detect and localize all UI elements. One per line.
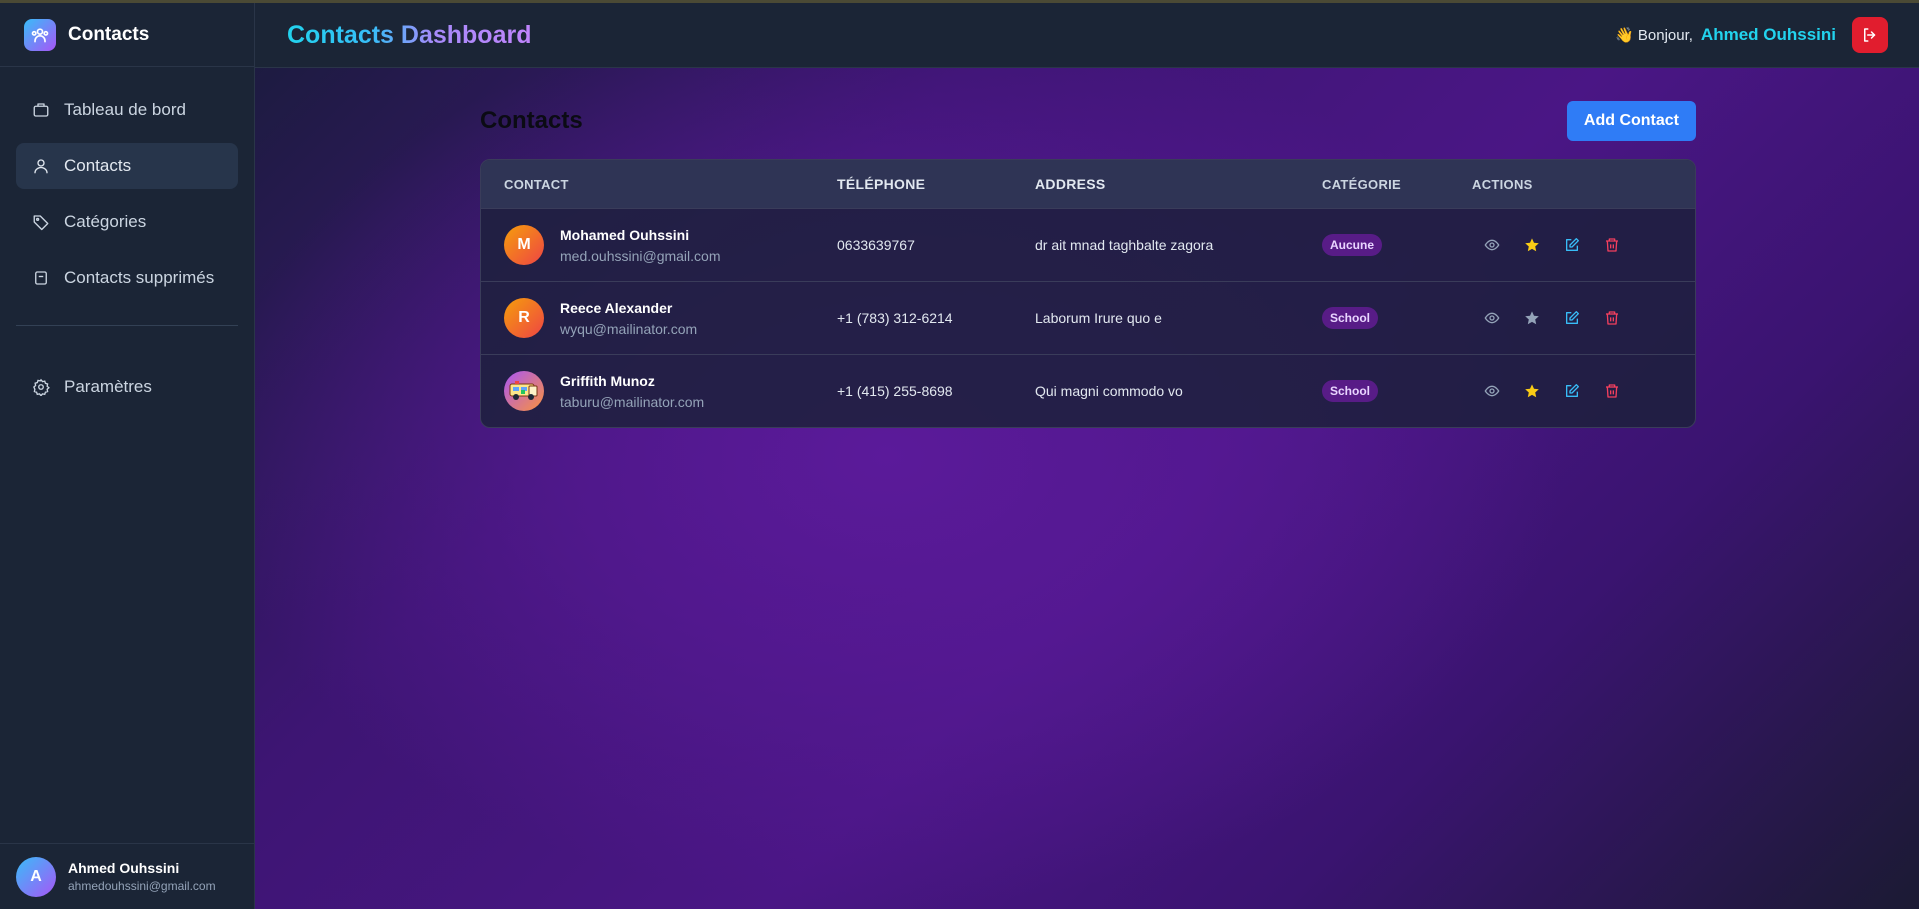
user-icon: [32, 157, 50, 175]
contact-email: wyqu@mailinator.com: [560, 320, 698, 337]
table-row[interactable]: R Reece Alexander wyqu@mailinator.com +1…: [481, 281, 1695, 354]
add-contact-button[interactable]: Add Contact: [1566, 101, 1696, 141]
logout-button[interactable]: [1852, 17, 1888, 53]
top-header: Contacts Dashboard 👋 Bonjour, Ahmed Ouhs…: [255, 3, 1919, 68]
briefcase-icon: [32, 101, 50, 119]
table-header: Contact Téléphone Address Catégorie Acti…: [481, 160, 1695, 208]
edit-icon[interactable]: [1562, 235, 1582, 255]
main-area: Contacts Dashboard 👋 Bonjour, Ahmed Ouhs…: [255, 3, 1919, 909]
avatar: R: [504, 298, 544, 338]
contact-phone: +1 (415) 255-8698: [837, 383, 953, 399]
star-icon[interactable]: [1522, 381, 1542, 401]
column-header-address[interactable]: Address: [1035, 176, 1322, 192]
column-header-actions: Actions: [1472, 176, 1533, 192]
sidebar-item-dashboard[interactable]: Tableau de bord: [16, 87, 238, 133]
category-badge: Aucune: [1322, 234, 1383, 256]
sidebar-nav: Tableau de bord Contacts Catégories Cont…: [0, 67, 254, 410]
gear-icon: [32, 378, 50, 396]
contact-phone: +1 (783) 312-6214: [837, 310, 953, 326]
header-user-name: Ahmed Ouhssini: [1700, 25, 1836, 44]
page-title: Contacts Dashboard: [287, 20, 532, 49]
tag-icon: [32, 213, 50, 231]
sidebar-item-categories[interactable]: Catégories: [16, 199, 238, 245]
logout-icon: [1861, 26, 1879, 44]
contact-phone: 0633639767: [837, 237, 915, 253]
contact-name: Griffith Munoz: [560, 372, 655, 389]
sidebar-item-label: Tableau de bord: [64, 100, 186, 119]
table-row[interactable]: M Mohamed Ouhssini med.ouhssini@gmail.co…: [481, 208, 1695, 281]
contacts-logo-icon: [24, 18, 56, 51]
view-icon[interactable]: [1482, 308, 1502, 328]
contacts-section: Contacts Add Contact Contact Téléphone A…: [480, 101, 1696, 428]
sidebar-item-settings[interactable]: Paramètres: [16, 364, 238, 410]
avatar: A: [16, 856, 56, 897]
contact-address: Laborum Irure quo e: [1035, 310, 1162, 326]
avatar: M: [504, 225, 544, 265]
archive-icon: [32, 269, 50, 287]
star-icon[interactable]: [1522, 235, 1542, 255]
sidebar-item-label: Contacts: [64, 156, 132, 175]
sidebar: Contacts Tableau de bord Contacts Catégo…: [0, 3, 255, 909]
avatar-photo: [504, 371, 544, 411]
delete-icon[interactable]: [1602, 308, 1622, 328]
sidebar-item-label: Contacts supprimés: [64, 268, 215, 287]
column-header-category[interactable]: Catégorie: [1322, 177, 1472, 192]
edit-icon[interactable]: [1562, 308, 1582, 328]
profile-email: ahmedouhssini@gmail.com: [68, 879, 216, 893]
delete-icon[interactable]: [1602, 235, 1622, 255]
sidebar-item-deleted-contacts[interactable]: Contacts supprimés: [16, 255, 238, 301]
window-top-border: [0, 0, 1919, 3]
category-badge: School: [1322, 307, 1379, 329]
sidebar-divider: [16, 325, 238, 326]
sidebar-item-label: Catégories: [64, 212, 147, 231]
category-badge: School: [1322, 380, 1379, 402]
brand-title: Contacts: [68, 23, 150, 45]
contact-email: med.ouhssini@gmail.com: [560, 247, 721, 264]
section-title: Contacts: [480, 107, 583, 134]
view-icon[interactable]: [1482, 381, 1502, 401]
column-header-phone[interactable]: Téléphone: [837, 176, 1035, 192]
table-row[interactable]: Griffith Munoz taburu@mailinator.com +1 …: [481, 354, 1695, 427]
view-icon[interactable]: [1482, 235, 1502, 255]
greeting-text: 👋 Bonjour,: [1615, 27, 1693, 44]
contact-name: Reece Alexander: [560, 299, 673, 316]
contact-name: Mohamed Ouhssini: [560, 226, 690, 243]
delete-icon[interactable]: [1602, 381, 1622, 401]
contact-address: dr ait mnad taghbalte zagora: [1035, 237, 1214, 253]
contact-address: Qui magni commodo vo: [1035, 383, 1183, 399]
brand[interactable]: Contacts: [0, 3, 254, 67]
edit-icon[interactable]: [1562, 381, 1582, 401]
user-profile[interactable]: A Ahmed Ouhssini ahmedouhssini@gmail.com: [0, 843, 254, 909]
column-header-contact[interactable]: Contact: [481, 177, 837, 192]
contacts-table: Contact Téléphone Address Catégorie Acti…: [480, 159, 1696, 428]
sidebar-item-label: Paramètres: [64, 377, 152, 396]
sidebar-item-contacts[interactable]: Contacts: [16, 143, 238, 189]
profile-name: Ahmed Ouhssini: [68, 860, 180, 876]
star-icon[interactable]: [1522, 308, 1542, 328]
contact-email: taburu@mailinator.com: [560, 393, 705, 410]
